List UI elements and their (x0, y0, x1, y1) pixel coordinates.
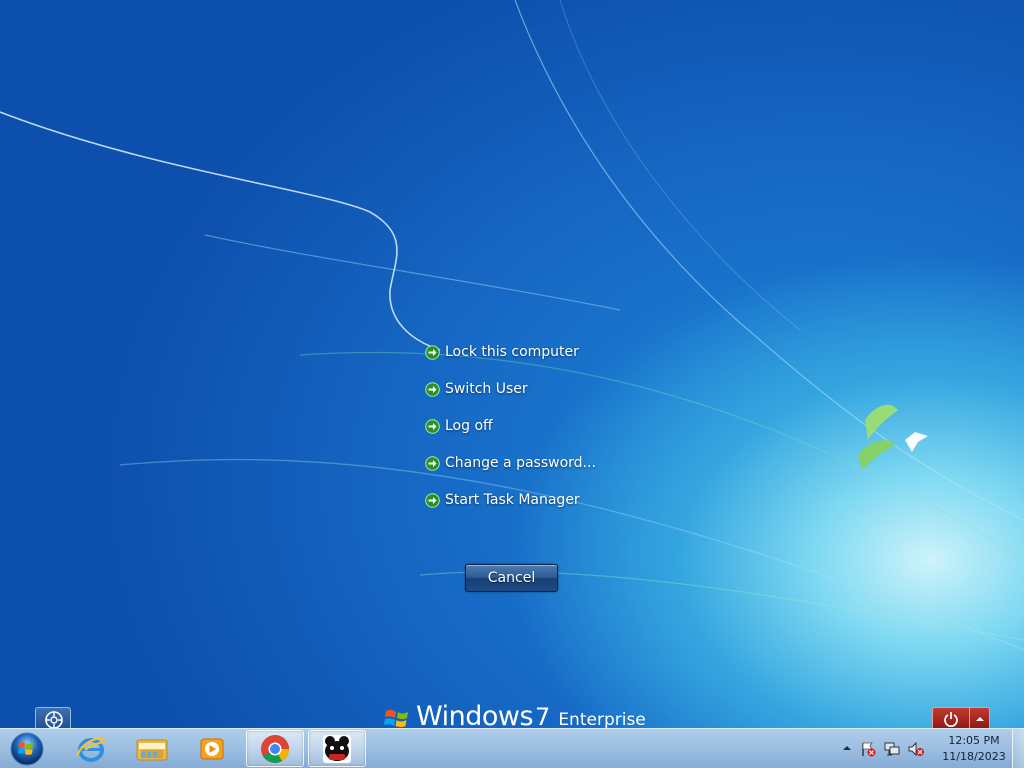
security-options-menu: Lock this computer Switch User Log off C… (425, 342, 685, 527)
taskbar: 12:05 PM 11/18/2023 (0, 728, 1024, 768)
volume-muted-icon[interactable] (908, 741, 924, 757)
start-orb-icon (10, 732, 44, 766)
taskbar-windows-explorer[interactable] (122, 730, 180, 767)
media-player-icon (200, 738, 224, 760)
ease-of-access-icon (45, 711, 63, 729)
show-hidden-icons-icon[interactable] (842, 743, 852, 753)
taskbar-internet-explorer[interactable] (62, 730, 120, 767)
power-icon (944, 712, 958, 727)
clock[interactable]: 12:05 PM 11/18/2023 (934, 733, 1014, 765)
arrow-right-icon (425, 455, 440, 471)
arrow-right-icon (425, 492, 440, 508)
ucn-icon (323, 735, 351, 763)
triangle-up-icon (976, 717, 984, 721)
cancel-button[interactable]: Cancel (465, 564, 558, 592)
taskbar-chrome[interactable] (246, 730, 304, 767)
arrow-right-icon (425, 418, 440, 434)
ie-icon (75, 737, 107, 762)
clock-time: 12:05 PM (948, 734, 1000, 747)
action-center-flag-icon[interactable] (860, 741, 876, 757)
switch-user-option[interactable]: Switch User (425, 379, 685, 399)
taskbar-media-player[interactable] (184, 730, 242, 767)
option-label: Start Task Manager (445, 492, 580, 508)
option-label: Change a password... (445, 455, 596, 471)
secure-desktop: Lock this computer Switch User Log off C… (0, 0, 1024, 768)
arrow-right-icon (425, 381, 440, 397)
clock-date: 11/18/2023 (942, 750, 1006, 763)
option-label: Log off (445, 418, 493, 434)
folder-icon (136, 739, 168, 761)
option-label: Switch User (445, 381, 528, 397)
chrome-icon (261, 735, 289, 763)
brand-word: Windows (416, 703, 534, 731)
windows-branding: Windows 7 Enterprise (384, 703, 646, 731)
option-label: Lock this computer (445, 344, 579, 360)
system-tray: 12:05 PM 11/18/2023 (834, 729, 1024, 768)
show-desktop-button[interactable] (1012, 729, 1024, 768)
start-task-manager-option[interactable]: Start Task Manager (425, 490, 685, 510)
start-button[interactable] (8, 730, 46, 768)
taskbar-ucn-app[interactable] (308, 730, 366, 767)
change-password-option[interactable]: Change a password... (425, 453, 685, 473)
lock-computer-option[interactable]: Lock this computer (425, 342, 685, 362)
arrow-right-icon (425, 344, 440, 360)
brand-version: 7 (535, 703, 551, 731)
network-icon[interactable] (884, 741, 900, 757)
log-off-option[interactable]: Log off (425, 416, 685, 436)
